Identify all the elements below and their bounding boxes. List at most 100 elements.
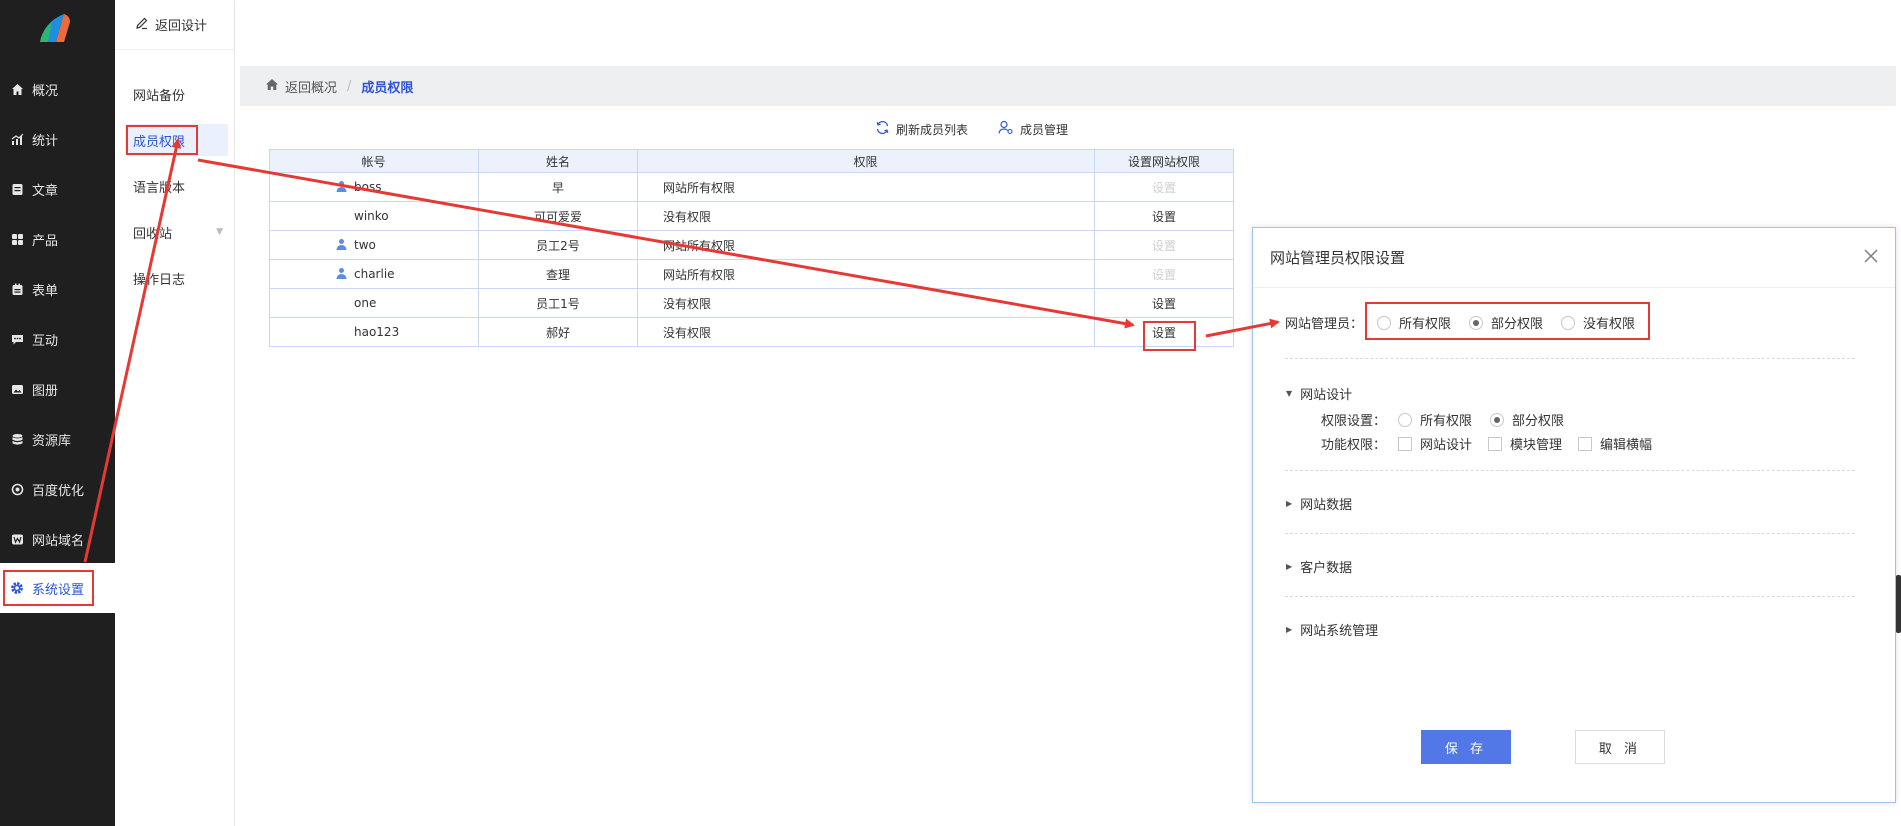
subnav-item-label: 网站备份: [133, 88, 186, 104]
account-text: boss: [354, 180, 382, 194]
seo-icon: [10, 482, 24, 496]
set-permission-link[interactable]: 设置: [1094, 288, 1234, 318]
subnav-item-member-permissions[interactable]: 成员权限: [125, 124, 228, 156]
divider: [1285, 596, 1855, 597]
radio-label: 所有权限: [1420, 414, 1473, 429]
admin-permission-label: 网站管理员：: [1285, 317, 1364, 332]
set-permission-link[interactable]: 设置: [1094, 317, 1234, 347]
gear-icon: [10, 581, 24, 595]
name-cell: 郝好: [478, 317, 638, 347]
refresh-members-button[interactable]: 刷新成员列表: [875, 120, 968, 138]
checkbox-module-management[interactable]: 模块管理: [1488, 434, 1562, 453]
permission-cell: 网站所有权限: [637, 259, 1095, 289]
section-customer-data-toggle[interactable]: ▶ 客户数据: [1286, 557, 1352, 576]
column-header-permission: 权限: [637, 149, 1095, 173]
sidebar-item-label: 资源库: [32, 433, 72, 449]
breadcrumb: 返回概况 / 成员权限: [240, 66, 1896, 106]
subnav-item-recycle-bin[interactable]: 回收站 ▼: [115, 216, 235, 248]
breadcrumb-back-link[interactable]: 返回概况: [285, 77, 337, 96]
checkbox-label: 模块管理: [1510, 438, 1563, 453]
radio-partial-permissions[interactable]: 部分权限: [1469, 313, 1543, 332]
back-to-design-label: 返回设计: [155, 19, 208, 34]
chat-icon: [10, 332, 24, 346]
member-toolbar: 刷新成员列表 成员管理: [875, 120, 1098, 138]
section-title: 网站系统管理: [1300, 624, 1379, 639]
product-icon: [10, 232, 24, 246]
permission-cell: 没有权限: [637, 317, 1095, 347]
sidebar-item-overview[interactable]: 概况: [0, 64, 115, 114]
breadcrumb-separator: /: [347, 78, 352, 94]
divider: [1285, 470, 1855, 471]
account-cell: hao123: [269, 317, 479, 347]
table-row: winko 可可爱爱 没有权限 设置: [269, 201, 1234, 231]
checkbox-box: [1398, 436, 1413, 451]
home-icon[interactable]: [265, 78, 279, 95]
radio-design-partial[interactable]: 部分权限: [1490, 410, 1564, 429]
divider: [1285, 358, 1855, 359]
subnav-item-label: 操作日志: [133, 272, 186, 288]
checkbox-label: 编辑横幅: [1600, 438, 1653, 453]
subnav-item-operation-log[interactable]: 操作日志: [115, 262, 235, 294]
sidebar-item-stats[interactable]: 统计: [0, 114, 115, 164]
checkbox-website-design[interactable]: 网站设计: [1398, 434, 1472, 453]
section-website-design-toggle[interactable]: ▼ 网站设计: [1286, 384, 1352, 403]
form-icon: [10, 282, 24, 296]
section-title: 网站数据: [1300, 498, 1353, 513]
user-icon: [336, 180, 347, 195]
back-to-design-button[interactable]: 返回设计: [115, 0, 235, 50]
sidebar-item-system-settings[interactable]: 系统设置: [0, 563, 115, 613]
save-button[interactable]: 保 存: [1421, 730, 1511, 764]
divider: [1285, 533, 1855, 534]
column-header-set-permission: 设置网站权限: [1094, 149, 1234, 173]
article-icon: [10, 182, 24, 196]
column-header-name: 姓名: [478, 149, 638, 173]
permission-cell: 网站所有权限: [637, 230, 1095, 260]
permission-cell: 网站所有权限: [637, 172, 1095, 202]
checkbox-edit-banner[interactable]: 编辑横幅: [1578, 434, 1652, 453]
sidebar-item-resources[interactable]: 资源库: [0, 414, 115, 464]
radio-no-permissions[interactable]: 没有权限: [1561, 313, 1635, 332]
subnav-item-backup[interactable]: 网站备份: [115, 78, 235, 110]
table-row: two 员工2号 网站所有权限 设置: [269, 230, 1234, 260]
account-cell: two: [269, 230, 479, 260]
permission-settings-dialog: 网站管理员权限设置 网站管理员： 所有权限 部分权限 没有权限 ▼ 网站设计 权…: [1252, 227, 1896, 803]
radio-label: 部分权限: [1512, 414, 1565, 429]
radio-design-all[interactable]: 所有权限: [1398, 410, 1472, 429]
section-website-data-toggle[interactable]: ▶ 网站数据: [1286, 494, 1352, 513]
sidebar-item-forms[interactable]: 表单: [0, 264, 115, 314]
account-cell: charlie: [269, 259, 479, 289]
sidebar-item-album[interactable]: 图册: [0, 364, 115, 414]
sidebar-item-label: 系统设置: [32, 582, 85, 598]
caret-right-icon: ▶: [1286, 562, 1293, 571]
sidebar-item-interaction[interactable]: 互动: [0, 314, 115, 364]
subnav-item-label: 语言版本: [133, 180, 186, 196]
radio-dot: [1561, 315, 1576, 330]
album-icon: [10, 382, 24, 396]
sidebar-item-label: 网站域名: [32, 533, 85, 549]
radio-all-permissions[interactable]: 所有权限: [1377, 313, 1451, 332]
set-permission-link[interactable]: 设置: [1094, 201, 1234, 231]
domain-icon: [10, 532, 24, 546]
permission-cell: 没有权限: [637, 288, 1095, 318]
sidebar-item-label: 互动: [32, 333, 59, 349]
page-scrollbar[interactable]: [1896, 575, 1901, 633]
radio-label: 部分权限: [1491, 317, 1544, 332]
section-system-management-toggle[interactable]: ▶ 网站系统管理: [1286, 620, 1378, 639]
user-icon: [336, 267, 347, 282]
sidebar-item-label: 表单: [32, 283, 59, 299]
design-permission-label: 权限设置：: [1321, 414, 1387, 429]
permission-cell: 没有权限: [637, 201, 1095, 231]
column-header-account: 帐号: [269, 149, 479, 173]
sidebar-item-products[interactable]: 产品: [0, 214, 115, 264]
radio-dot: [1377, 315, 1392, 330]
sidebar-item-articles[interactable]: 文章: [0, 164, 115, 214]
sidebar-item-domain[interactable]: 网站域名: [0, 514, 115, 564]
close-icon[interactable]: [1861, 246, 1881, 266]
member-management-button[interactable]: 成员管理: [998, 120, 1068, 138]
set-permission-link: 设置: [1094, 259, 1234, 289]
sidebar-item-seo[interactable]: 百度优化: [0, 464, 115, 514]
cancel-button[interactable]: 取 消: [1575, 730, 1665, 764]
subnav-item-language[interactable]: 语言版本: [115, 170, 235, 202]
table-row: one 员工1号 没有权限 设置: [269, 288, 1234, 318]
radio-dot: [1398, 412, 1413, 427]
